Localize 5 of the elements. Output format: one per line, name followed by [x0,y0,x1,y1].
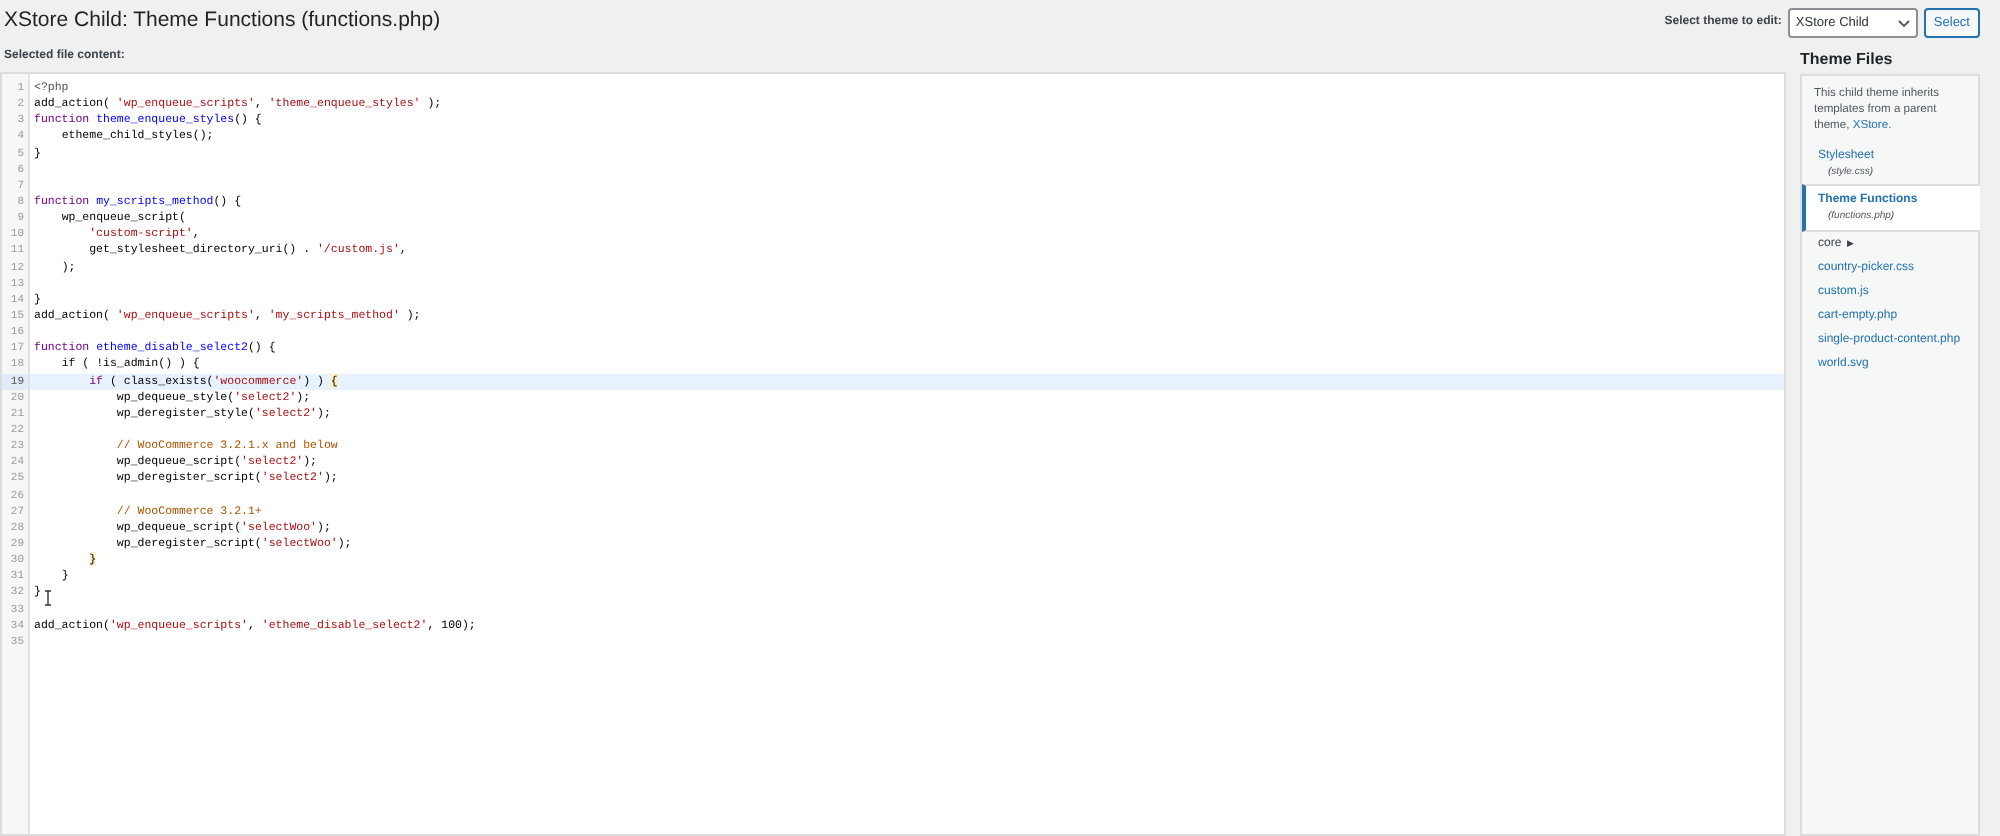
code-editor[interactable] [0,72,1786,836]
text-cursor-icon [44,589,53,606]
sidebar-title: Theme Files [1800,48,1893,72]
page-title: XStore Child: Theme Functions (functions.php) [4,6,441,37]
chevron-down-icon [1897,19,1910,27]
